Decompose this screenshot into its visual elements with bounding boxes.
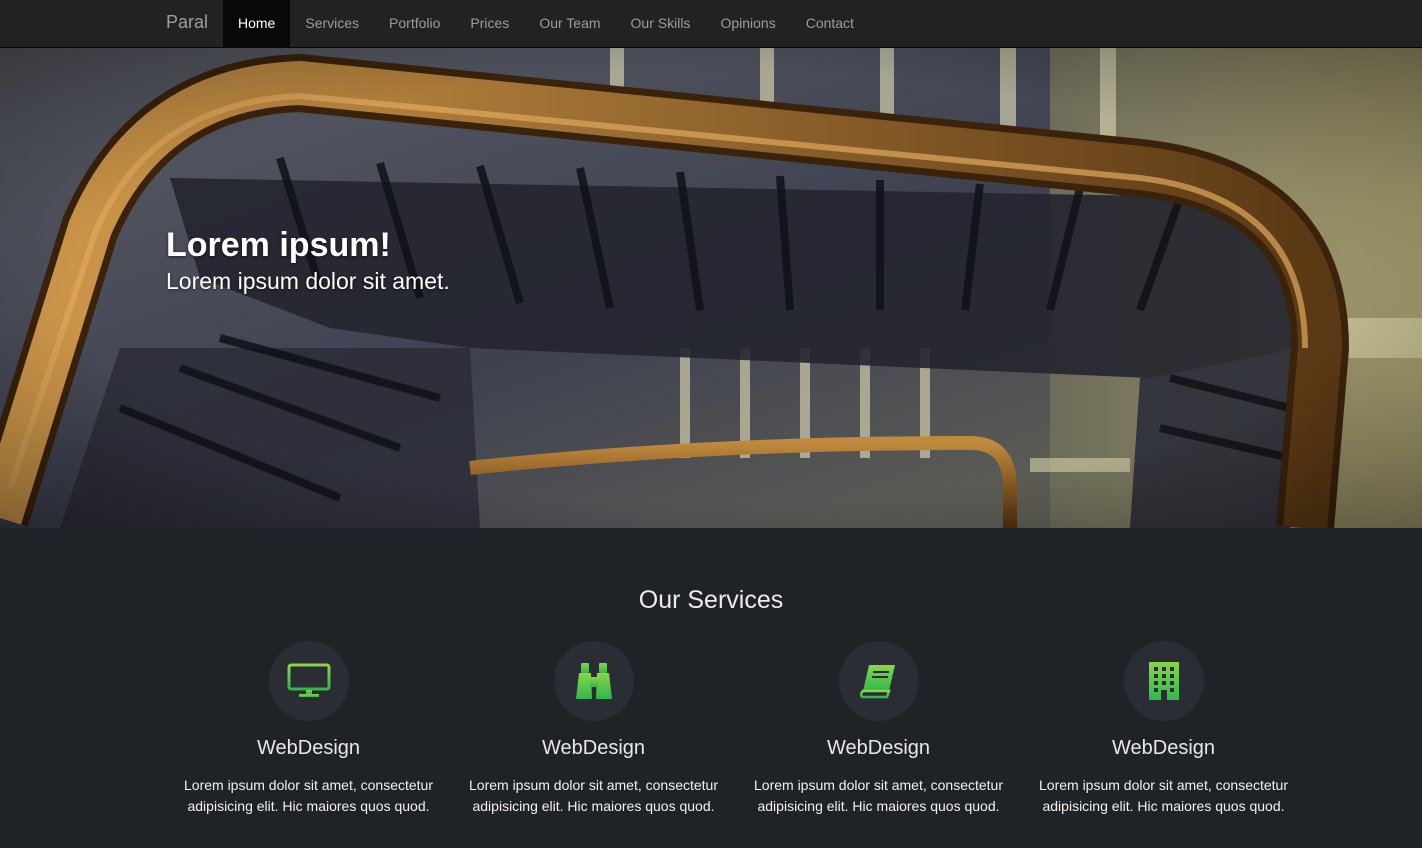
nav-item-home[interactable]: Home xyxy=(223,0,291,48)
service-title: WebDesign xyxy=(1111,737,1216,759)
service-icon-circle xyxy=(838,641,919,721)
nav-item-opinions[interactable]: Opinions xyxy=(705,0,790,48)
binoculars-icon xyxy=(575,663,612,699)
service-title: WebDesign xyxy=(541,737,646,759)
nav-item-contact[interactable]: Contact xyxy=(791,0,869,48)
service-card: WebDesign Lorem ipsum dolor sit amet, co… xyxy=(1021,641,1306,817)
service-card: WebDesign Lorem ipsum dolor sit amet, co… xyxy=(451,641,736,817)
service-icon-circle xyxy=(1123,641,1204,721)
nav-item-portfolio[interactable]: Portfolio xyxy=(374,0,455,48)
service-description: Lorem ipsum dolor sit amet, consectetur … xyxy=(754,777,1003,814)
service-icon-circle xyxy=(553,641,634,721)
monitor-icon xyxy=(287,663,330,697)
nav-item-our-skills[interactable]: Our Skills xyxy=(616,0,706,48)
service-card: WebDesign Lorem ipsum dolor sit amet, co… xyxy=(166,641,451,817)
service-title: WebDesign xyxy=(826,737,931,759)
nav-menu: Home Services Portfolio Prices Our Team … xyxy=(223,0,869,48)
service-description: Lorem ipsum dolor sit amet, consectetur … xyxy=(1039,777,1288,814)
service-description: Lorem ipsum dolor sit amet, consectetur … xyxy=(469,777,718,814)
hero-title: Lorem ipsum! xyxy=(166,226,391,264)
service-title: WebDesign xyxy=(256,737,361,759)
service-icon-circle xyxy=(268,641,349,721)
service-card: WebDesign Lorem ipsum dolor sit amet, co… xyxy=(736,641,1021,817)
brand-logo[interactable]: Paral xyxy=(166,12,208,33)
book-icon xyxy=(859,665,895,699)
nav-item-our-team[interactable]: Our Team xyxy=(524,0,615,48)
hero-subtitle: Lorem ipsum dolor sit amet. xyxy=(166,268,450,294)
nav-item-services[interactable]: Services xyxy=(290,0,374,48)
building-icon xyxy=(1148,662,1179,700)
navbar: Paral Home Services Portfolio Prices Our… xyxy=(0,0,1422,48)
hero-banner: Lorem ipsum! Lorem ipsum dolor sit amet. xyxy=(0,48,1422,528)
services-title: Our Services xyxy=(638,586,784,614)
service-description: Lorem ipsum dolor sit amet, consectetur … xyxy=(184,777,433,814)
nav-item-prices[interactable]: Prices xyxy=(455,0,524,48)
services-section: Our Services WebDesign Lorem ipsum dolor… xyxy=(0,528,1422,848)
